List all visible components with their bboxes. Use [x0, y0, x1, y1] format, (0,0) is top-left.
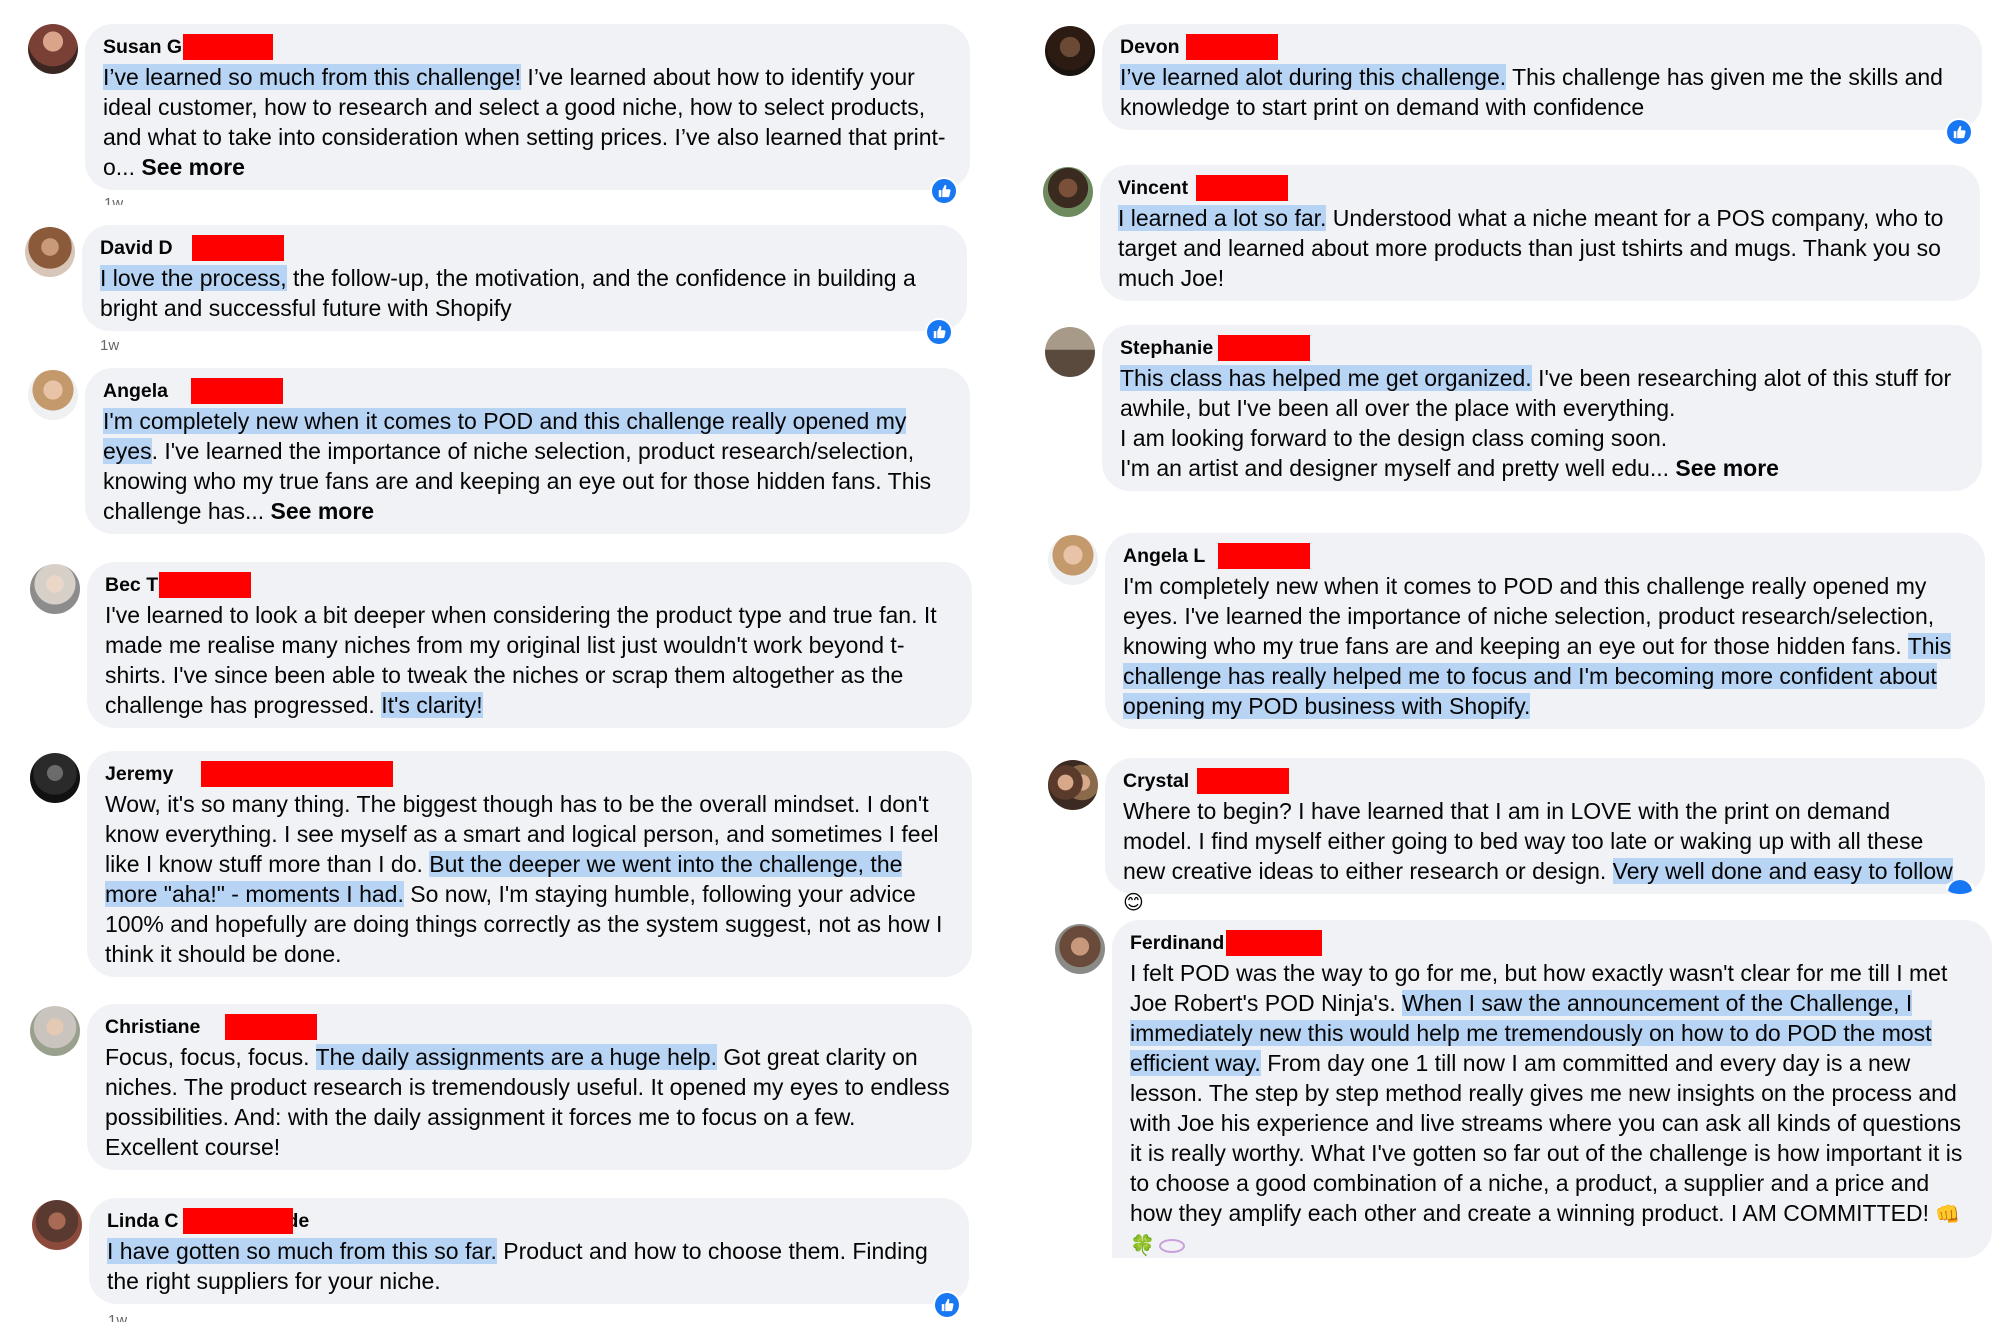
fist-emoji-icon: 👊: [1935, 1202, 1961, 1226]
highlighted-text: Very well done and easy to follow: [1612, 858, 1953, 884]
see-more-link[interactable]: See more: [271, 498, 375, 524]
redaction-box: [1186, 34, 1278, 60]
comment-timestamp[interactable]: 1w: [104, 195, 123, 205]
comment-bubble: David D I love the process, the follow-u…: [82, 225, 967, 331]
like-reaction-icon[interactable]: [930, 177, 958, 205]
comment-text: I’ve learned so much from this challenge…: [103, 62, 950, 182]
avatar[interactable]: [30, 753, 80, 803]
comment-bubble: Linda Cde I have gotten so much from thi…: [89, 1198, 969, 1304]
comment-text: I felt POD was the way to go for me, but…: [1130, 958, 1972, 1260]
comment-text: I’ve learned alot during this challenge.…: [1120, 62, 1962, 122]
comment-body: I'm completely new when it comes to POD …: [1123, 573, 1935, 659]
comment-bubble: Vincent I learned a lot so far. Understo…: [1100, 165, 1980, 301]
comment-text: I've learned to look a bit deeper when c…: [105, 600, 952, 720]
comment-author[interactable]: Stephanie: [1120, 333, 1213, 363]
comment-text: I'm completely new when it comes to POD …: [103, 406, 950, 526]
avatar[interactable]: [32, 1200, 82, 1250]
redaction-box: [183, 1208, 293, 1234]
like-reaction-icon[interactable]: [1946, 880, 1974, 894]
comment-bubble: Ferdinand I felt POD was the way to go f…: [1112, 920, 1992, 1258]
comment-timestamp[interactable]: 1w: [108, 1312, 127, 1322]
comment-text: Wow, it's so many thing. The biggest tho…: [105, 789, 952, 969]
highlighted-text: I have gotten so much from this so far.: [107, 1238, 497, 1264]
comment-line: I am looking forward to the design class…: [1120, 425, 1668, 451]
comment-body: Focus, focus, focus.: [105, 1044, 316, 1070]
comment-text: This class has helped me get organized. …: [1120, 363, 1962, 483]
comment-text: Where to begin? I have learned that I am…: [1123, 796, 1965, 917]
see-more-link[interactable]: See more: [1675, 455, 1779, 481]
comment-bubble: Jeremy Wow, it's so many thing. The bigg…: [87, 751, 972, 977]
comment-author[interactable]: David D: [100, 233, 173, 263]
highlighted-text: I love the process,: [100, 265, 287, 291]
avatar[interactable]: [28, 24, 78, 74]
comment-bubble: Angela I'm completely new when it comes …: [85, 368, 970, 534]
redaction-box: [1218, 335, 1310, 361]
highlighted-text: The daily assignments are a huge help.: [315, 1044, 717, 1070]
avatar[interactable]: [1055, 924, 1105, 974]
redaction-box: [201, 761, 393, 787]
comment-bubble: Devon I’ve learned alot during this chal…: [1102, 24, 1982, 130]
comment-line: I'm an artist and designer myself and pr…: [1120, 455, 1676, 481]
comment-author[interactable]: Devon: [1120, 32, 1180, 62]
comment-author[interactable]: Bec T: [105, 570, 158, 600]
redaction-box: [1226, 930, 1322, 956]
avatar[interactable]: [1045, 26, 1095, 76]
highlighted-text: I’ve learned so much from this challenge…: [103, 64, 522, 90]
comment-text: I have gotten so much from this so far. …: [107, 1236, 949, 1296]
highlighted-text: I learned a lot so far.: [1118, 205, 1327, 231]
comment-text: I'm completely new when it comes to POD …: [1123, 571, 1965, 721]
clover-emoji-icon: 🍀: [1130, 1233, 1155, 1257]
avatar[interactable]: [1043, 167, 1093, 217]
comment-bubble: Stephanie This class has helped me get o…: [1102, 325, 1982, 491]
highlighted-text: It's clarity!: [381, 692, 483, 718]
redaction-box: [159, 572, 251, 598]
avatar[interactable]: [28, 370, 78, 420]
ribbon-icon: [1158, 1238, 1185, 1253]
comment-author[interactable]: Vincent: [1118, 173, 1188, 203]
avatar[interactable]: [1045, 327, 1095, 377]
highlighted-text: I’ve learned alot during this challenge.: [1120, 64, 1507, 90]
redaction-box: [1197, 768, 1289, 794]
comment-bubble: Christiane Focus, focus, focus. The dail…: [87, 1004, 972, 1170]
comment-author[interactable]: Jeremy: [105, 759, 173, 789]
like-reaction-icon[interactable]: [925, 318, 953, 346]
redaction-box: [192, 235, 284, 261]
comment-bubble: Bec T I've learned to look a bit deeper …: [87, 562, 972, 728]
redaction-box: [1196, 175, 1288, 201]
redaction-box: [1218, 543, 1310, 569]
highlighted-text: This class has helped me get organized.: [1120, 365, 1532, 391]
comment-author[interactable]: Angela: [103, 376, 168, 406]
comment-author[interactable]: Angela L: [1123, 541, 1205, 571]
comment-bubble: Angela L I'm completely new when it come…: [1105, 533, 1985, 729]
avatar[interactable]: [1048, 760, 1098, 810]
comment-author[interactable]: Linda C: [107, 1206, 179, 1236]
comment-text: Focus, focus, focus. The daily assignmen…: [105, 1042, 952, 1162]
like-reaction-icon[interactable]: [1945, 118, 1973, 146]
redaction-box: [183, 34, 273, 60]
comment-body: . I've learned the importance of niche s…: [103, 438, 932, 524]
comment-text: I love the process, the follow-up, the m…: [100, 263, 947, 323]
avatar[interactable]: [25, 227, 75, 277]
redaction-box: [191, 378, 283, 404]
redaction-box: [225, 1014, 317, 1040]
comment-timestamp[interactable]: 1w: [100, 337, 119, 355]
comment-body-continued: From day one 1 till now I am committed a…: [1130, 1050, 1963, 1226]
comment-author[interactable]: Ferdinand: [1130, 928, 1224, 958]
avatar[interactable]: [1048, 535, 1098, 585]
comment-author[interactable]: Susan G: [103, 32, 182, 62]
comment-bubble: Crystal Where to begin? I have learned t…: [1105, 758, 1985, 914]
comment-author[interactable]: Crystal: [1123, 766, 1189, 796]
comment-body: I've learned to look a bit deeper when c…: [105, 602, 937, 718]
comment-author[interactable]: Christiane: [105, 1012, 200, 1042]
comment-bubble: Susan G I’ve learned so much from this c…: [85, 24, 970, 190]
avatar[interactable]: [30, 1006, 80, 1056]
avatar[interactable]: [30, 564, 80, 614]
see-more-link[interactable]: See more: [141, 154, 245, 180]
like-reaction-icon[interactable]: [933, 1291, 961, 1319]
smile-emoji-icon: 😊: [1123, 890, 1144, 914]
comment-text: I learned a lot so far. Understood what …: [1118, 203, 1960, 293]
